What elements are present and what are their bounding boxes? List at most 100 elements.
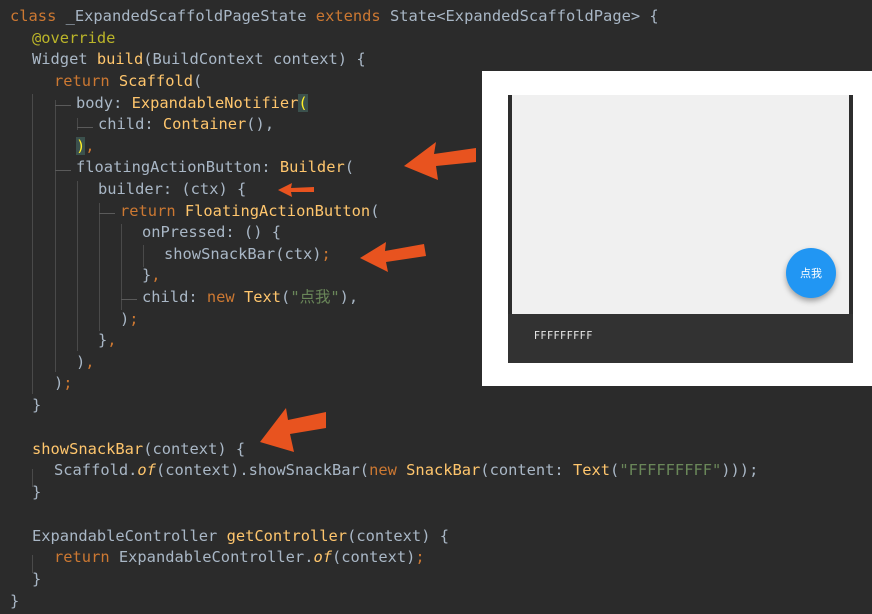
code-line-12: showSnackBar(ctx); (164, 244, 331, 265)
code-token: ExpandableController (32, 527, 227, 545)
code-token: Text (572, 461, 611, 479)
code-token: ) (76, 353, 86, 371)
code-token: ; (129, 310, 139, 328)
code-line-14: child: new Text("点我"), (142, 287, 358, 308)
code-token: ; (415, 548, 425, 566)
code-token: } (32, 570, 42, 588)
code-token: } (32, 483, 42, 501)
code-token: ) (76, 137, 86, 155)
code-token: ( (610, 461, 620, 479)
code-token: of (137, 461, 156, 479)
code-line-28: } (10, 591, 19, 612)
code-token: "点我" (290, 288, 340, 306)
code-token: ) (54, 374, 64, 392)
arrow-icon (404, 142, 476, 180)
code-line-22: Scaffold.of(context).showSnackBar(new Sn… (54, 460, 758, 481)
code-token: (), (246, 115, 275, 133)
code-token: ( (298, 94, 308, 112)
code-token: floatingActionButton: (76, 158, 280, 176)
code-token: Builder (279, 158, 345, 176)
code-token: body: (76, 94, 132, 112)
indent-guide (77, 118, 78, 130)
code-token: ( (344, 158, 355, 176)
code-token: ( (193, 72, 203, 90)
code-token: child: (142, 288, 207, 306)
code-token: ), (339, 288, 359, 306)
code-token: Container (162, 115, 247, 133)
code-token: ExpandableNotifier (131, 94, 299, 112)
code-token: SnackBar (406, 461, 481, 479)
code-token: new (369, 461, 407, 479)
code-token: , (151, 266, 161, 284)
indent-guide (55, 105, 71, 106)
code-line-26: return ExpandableController.of(context); (54, 547, 425, 568)
code-line-19: } (32, 395, 41, 416)
indent-guide (99, 203, 100, 331)
code-line-1: class _ExpandedScaffoldPageState extends… (10, 6, 659, 27)
indent-guide (143, 245, 144, 267)
code-token: (context) { (347, 527, 449, 545)
arrow-icon (278, 183, 314, 197)
code-token: showSnackBar (32, 440, 144, 458)
code-token: showSnackBar(ctx) (164, 245, 322, 263)
code-token: ( (281, 288, 291, 306)
code-line-25: ExpandableController getController(conte… (32, 526, 449, 547)
code-line-11: onPressed: () { (142, 222, 281, 243)
code-line-10: return FloatingActionButton( (120, 201, 379, 222)
indent-guide (55, 100, 56, 372)
code-line-2: @override (32, 28, 115, 49)
floating-action-button[interactable]: 点我 (786, 248, 836, 298)
code-line-27: } (32, 569, 41, 590)
code-token: (context) (332, 548, 416, 566)
code-token: @override (32, 29, 116, 47)
code-line-4: return Scaffold( (54, 71, 202, 92)
code-token: Scaffold. (54, 461, 138, 479)
code-token: ; (63, 374, 73, 392)
code-token: } (32, 396, 42, 414)
code-token: _ExpandedScaffoldPageState (65, 7, 316, 25)
code-token: (content: (480, 461, 573, 479)
code-token: } (98, 331, 108, 349)
indent-guide (77, 181, 78, 351)
code-token: new (206, 288, 244, 306)
code-token: ))); (721, 461, 759, 479)
code-line-9: builder: (ctx) { (98, 179, 246, 200)
code-token: (context) { (143, 440, 246, 458)
code-line-17: ), (76, 352, 95, 373)
code-line-7: ), (76, 136, 95, 157)
code-token: "FFFFFFFFF" (619, 461, 722, 479)
indent-guide (99, 213, 115, 214)
code-token: getController (226, 527, 348, 545)
code-token: , (85, 137, 95, 155)
code-token: (context).showSnackBar( (155, 461, 370, 479)
snackbar: FFFFFFFFF (508, 314, 853, 363)
code-token: return (120, 202, 185, 220)
snackbar-text: FFFFFFFFF (534, 330, 593, 342)
code-line-18: ); (54, 373, 73, 394)
code-token: return (54, 548, 119, 566)
code-token: } (10, 592, 20, 610)
code-token: Widget (32, 50, 97, 68)
indent-guide (121, 299, 137, 300)
code-token: ( (370, 202, 380, 220)
code-line-8: floatingActionButton: Builder( (76, 157, 354, 178)
code-line-6: child: Container(), (98, 114, 274, 135)
code-line-13: }, (142, 265, 161, 286)
code-line-15: ); (120, 309, 139, 330)
code-token: builder: (ctx) { (98, 180, 247, 198)
code-token: child: (98, 115, 163, 133)
phone-preview: FFFFFFFFF 点我 (482, 71, 872, 386)
code-token: class (10, 7, 66, 25)
code-token: FloatingActionButton (184, 202, 371, 220)
indent-guide (55, 170, 71, 171)
code-token: , (107, 331, 117, 349)
arrow-icon (360, 242, 426, 272)
code-token: (BuildContext context) { (143, 50, 366, 68)
code-token: Scaffold (118, 72, 194, 90)
code-token: build (96, 50, 144, 68)
indent-guide (121, 224, 122, 310)
code-token: Text (243, 288, 282, 306)
code-line-3: Widget build(BuildContext context) { (32, 49, 366, 70)
code-token: , (85, 353, 95, 371)
code-line-23: } (32, 482, 41, 503)
